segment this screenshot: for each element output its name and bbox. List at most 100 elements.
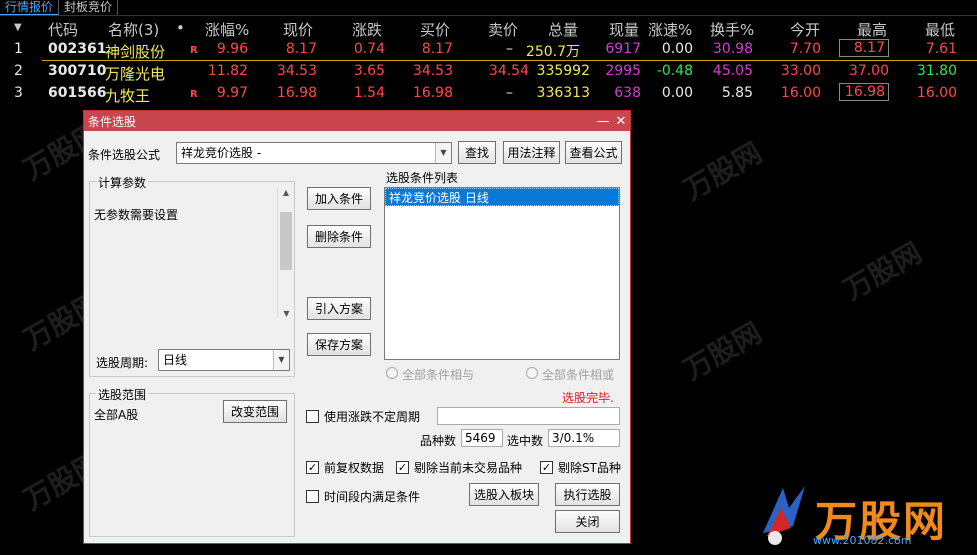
tab-limit-bidding[interactable]: 封板竞价 bbox=[59, 0, 119, 15]
r-flag-badge: R bbox=[190, 89, 198, 100]
col-dot: • bbox=[176, 19, 185, 37]
formula-value: 祥龙竞价选股 - bbox=[181, 146, 262, 160]
low-value: 7.61 bbox=[925, 41, 957, 57]
logo-mascot-icon bbox=[763, 486, 805, 545]
range-value: 全部A股 bbox=[94, 408, 139, 422]
col-change[interactable]: 涨跌 bbox=[352, 19, 382, 40]
volume-value: 336313 bbox=[536, 85, 590, 101]
price-value: 34.53 bbox=[276, 63, 317, 79]
period-select[interactable]: 日线 ▼ bbox=[158, 349, 290, 371]
chevron-down-icon[interactable]: ▼ bbox=[273, 350, 289, 370]
ask-value: – bbox=[506, 85, 513, 101]
col-bid[interactable]: 买价 bbox=[420, 19, 450, 40]
row-index: 3 bbox=[14, 85, 23, 101]
col-turnover[interactable]: 换手% bbox=[710, 19, 754, 40]
bid-value: 16.98 bbox=[412, 85, 453, 101]
stock-screener-dialog: 条件选股 — ✕ 条件选股公式 祥龙竞价选股 - ▼ 查找 用法注释 查看公式 … bbox=[83, 110, 631, 544]
scroll-down-icon[interactable]: ▼ bbox=[278, 309, 295, 318]
turnover-value: 30.98 bbox=[712, 41, 753, 57]
period-label: 选股周期: bbox=[96, 356, 149, 370]
volume-value: 335992 bbox=[536, 63, 590, 79]
scroll-thumb[interactable] bbox=[280, 212, 292, 270]
delete-condition-button[interactable]: 删除条件 bbox=[307, 225, 371, 248]
count-field: 5469 bbox=[461, 429, 503, 447]
quote-table: ▼ 代码 名称(3) • 涨幅% 现价 涨跌 买价 卖价 总量 现量 涨速% 换… bbox=[0, 17, 977, 105]
pct-value: 9.97 bbox=[216, 85, 248, 101]
tab-quotes[interactable]: 行情报价 bbox=[0, 0, 60, 15]
site-logo: 万股网 www.201082.com bbox=[753, 478, 977, 555]
speed-value: 0.00 bbox=[661, 41, 693, 57]
condition-list-label: 选股条件列表 bbox=[386, 171, 459, 185]
dialog-titlebar[interactable]: 条件选股 — ✕ bbox=[84, 111, 630, 131]
save-plan-button[interactable]: 保存方案 bbox=[307, 333, 371, 356]
exclude-st-checkbox[interactable]: ✓ bbox=[540, 461, 553, 474]
change-range-button[interactable]: 改变范围 bbox=[223, 400, 287, 423]
speed-value: -0.48 bbox=[656, 63, 693, 79]
exclude-suspended-checkbox[interactable]: ✓ bbox=[396, 461, 409, 474]
adjust-checkbox[interactable]: ✓ bbox=[306, 461, 319, 474]
close-icon[interactable]: ✕ bbox=[612, 114, 630, 129]
stock-code: 300710 bbox=[48, 63, 107, 79]
ask-value: 34.54 bbox=[488, 63, 529, 79]
col-speed[interactable]: 涨速% bbox=[648, 19, 692, 40]
usage-notes-button[interactable]: 用法注释 bbox=[503, 141, 560, 164]
col-name[interactable]: 名称(3) bbox=[108, 19, 159, 40]
col-volume[interactable]: 总量 bbox=[548, 19, 578, 40]
volume-value: 250.7万 bbox=[525, 44, 580, 60]
import-plan-button[interactable]: 引入方案 bbox=[307, 297, 371, 320]
timerange-checkbox[interactable] bbox=[306, 490, 319, 503]
turnover-value: 5.85 bbox=[721, 85, 753, 101]
add-to-block-button[interactable]: 选股入板块 bbox=[469, 483, 539, 506]
formula-select[interactable]: 祥龙竞价选股 - ▼ bbox=[176, 142, 452, 164]
table-header: ▼ 代码 名称(3) • 涨幅% 现价 涨跌 买价 卖价 总量 现量 涨速% 换… bbox=[0, 17, 977, 39]
add-condition-button[interactable]: 加入条件 bbox=[307, 187, 371, 210]
params-text: 无参数需要设置 bbox=[94, 208, 179, 222]
cur-vol-value: 6917 bbox=[605, 41, 641, 57]
pct-value: 9.96 bbox=[216, 41, 248, 57]
sort-arrow-icon[interactable]: ▼ bbox=[14, 22, 22, 33]
find-button[interactable]: 查找 bbox=[458, 141, 496, 164]
selected-label: 选中数 bbox=[507, 434, 544, 448]
close-button[interactable]: 关闭 bbox=[555, 510, 620, 533]
selection-line bbox=[42, 60, 977, 61]
market-tabs: 行情报价 封板竞价 bbox=[0, 0, 977, 16]
unfixed-period-label: 使用涨跌不定周期 bbox=[324, 410, 421, 424]
scroll-up-icon[interactable]: ▲ bbox=[278, 188, 294, 197]
table-row[interactable]: 3 601566 九牧王 R 9.97 16.98 1.54 16.98 – 3… bbox=[0, 83, 977, 105]
bid-value: 8.17 bbox=[421, 41, 453, 57]
unfixed-period-checkbox[interactable] bbox=[306, 410, 319, 423]
chevron-down-icon[interactable]: ▼ bbox=[435, 143, 451, 163]
table-row[interactable]: 1 002361 神剑股份 R 9.96 8.17 0.74 8.17 – 25… bbox=[0, 39, 977, 61]
radio-or[interactable] bbox=[526, 367, 538, 379]
range-title: 选股范围 bbox=[96, 386, 149, 403]
condition-list[interactable]: 祥龙竞价选股 日线 bbox=[384, 187, 620, 360]
minimize-icon[interactable]: — bbox=[594, 114, 612, 129]
col-low[interactable]: 最低 bbox=[925, 19, 955, 40]
pct-value: 11.82 bbox=[207, 63, 248, 79]
col-ask[interactable]: 卖价 bbox=[488, 19, 518, 40]
col-open[interactable]: 今开 bbox=[790, 19, 820, 40]
col-high[interactable]: 最高 bbox=[857, 19, 887, 40]
change-value: 1.54 bbox=[353, 85, 385, 101]
unfixed-period-field[interactable] bbox=[437, 407, 620, 425]
status-text: 选股完毕. bbox=[562, 391, 614, 405]
view-formula-button[interactable]: 查看公式 bbox=[565, 141, 622, 164]
stock-name: 万隆光电 bbox=[105, 65, 166, 83]
col-code[interactable]: 代码 bbox=[48, 19, 78, 40]
change-value: 3.65 bbox=[353, 63, 385, 79]
params-scrollbar[interactable]: ▲ ▼ bbox=[277, 188, 294, 318]
stock-code: 002361 bbox=[48, 41, 107, 57]
execute-button[interactable]: 执行选股 bbox=[555, 483, 620, 506]
ask-value: – bbox=[506, 41, 513, 57]
list-item[interactable]: 祥龙竞价选股 日线 bbox=[385, 188, 619, 206]
low-value: 16.00 bbox=[916, 85, 957, 101]
col-cur-vol[interactable]: 现量 bbox=[609, 19, 639, 40]
col-price[interactable]: 现价 bbox=[283, 19, 313, 40]
table-row[interactable]: 2 300710 万隆光电 11.82 34.53 3.65 34.53 34.… bbox=[0, 61, 977, 83]
exclude-st-label: 剔除ST品种 bbox=[558, 461, 621, 475]
range-group: 选股范围 全部A股 改变范围 bbox=[89, 386, 295, 537]
open-value: 16.00 bbox=[780, 85, 821, 101]
cur-vol-value: 638 bbox=[614, 85, 641, 101]
col-pct[interactable]: 涨幅% bbox=[205, 19, 249, 40]
radio-and[interactable] bbox=[386, 367, 398, 379]
